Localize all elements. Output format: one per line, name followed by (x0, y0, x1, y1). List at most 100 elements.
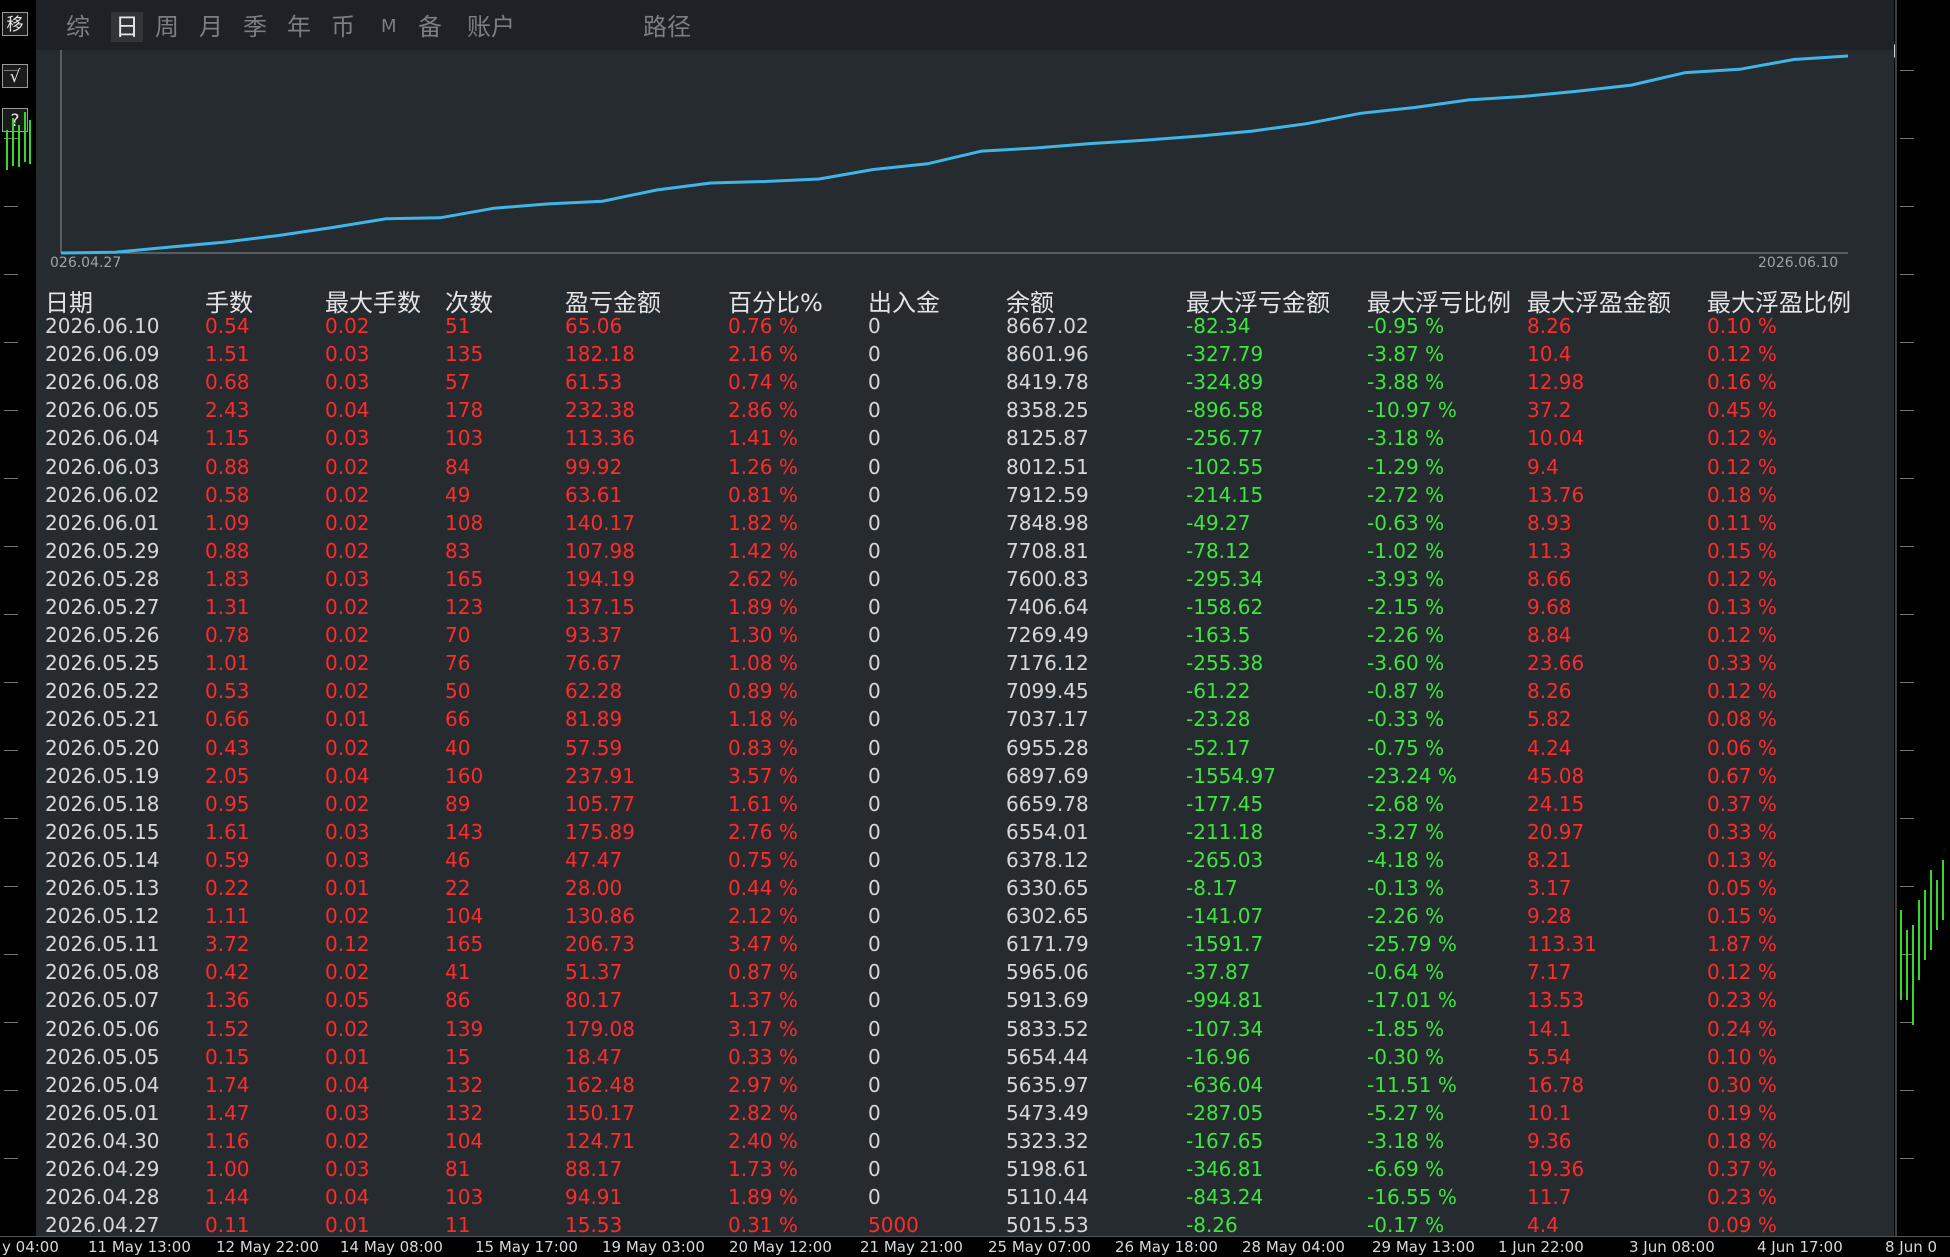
table-row[interactable]: 2026.06.05 2.43 0.04 178 232.38 2.86 % 0 8358.2… (0, 396, 1950, 424)
table-cell: 3.47 % (728, 932, 798, 957)
table-row[interactable]: 2026.05.21 0.66 0.01 66 81.89 1.18 % 0 7037.17 -… (0, 705, 1950, 733)
table-row[interactable]: 2026.05.26 0.78 0.02 70 93.37 1.30 % 0 7269.49 -… (0, 621, 1950, 649)
table-row[interactable]: 2026.05.25 1.01 0.02 76 76.67 1.08 % 0 7176.12 -… (0, 649, 1950, 677)
table-row[interactable]: 2026.05.13 0.22 0.01 22 28.00 0.44 % 0 6330.65 -… (0, 874, 1950, 902)
tab-2[interactable]: 周 (155, 12, 179, 42)
table-row[interactable]: 2026.05.11 3.72 0.12 165 206.73 3.47 % 0 6171.7… (0, 930, 1950, 958)
table-cell: 123 (445, 595, 484, 619)
grid-dash (1900, 206, 1914, 207)
table-cell: 81 (445, 1157, 471, 1181)
table-row[interactable]: 2026.05.18 0.95 0.02 89 105.77 1.61 % 0 6659.78… (0, 790, 1950, 818)
table-cell: 0 (868, 904, 881, 929)
table-row[interactable]: 2026.05.19 2.05 0.04 160 237.91 3.57 % 0 6897.6… (0, 762, 1950, 790)
table-row[interactable]: 2026.06.01 1.09 0.02 108 140.17 1.82 % 0 7848.9… (0, 509, 1950, 537)
tab-6[interactable]: 币 (331, 12, 355, 42)
table-cell: 1.42 % (728, 538, 798, 563)
table-cell: 1.87 % (1707, 932, 1777, 957)
table-row[interactable]: 2026.06.03 0.88 0.02 84 99.92 1.26 % 0 8012.51 -… (0, 453, 1950, 481)
table-cell: -23.28 (1186, 707, 1251, 732)
balance-curve-chart (36, 50, 1894, 280)
table-cell: 0 (868, 932, 881, 957)
table-cell: 51.37 (565, 960, 623, 985)
table-row[interactable]: 2026.05.06 1.52 0.02 139 179.08 3.17 % 0 5833.5… (0, 1015, 1950, 1043)
table-cell: -102.55 (1186, 454, 1264, 479)
tab-9[interactable]: 账户 (467, 12, 515, 42)
table-cell: 66 (445, 707, 471, 732)
table-cell: 0 (868, 595, 881, 619)
table-cell: 7269.49 (1006, 623, 1089, 648)
table-row[interactable]: 2026.04.28 1.44 0.04 103 94.91 1.89 % 0 5110.44… (0, 1183, 1950, 1211)
table-cell: 162.48 (565, 1072, 635, 1097)
tab-7[interactable]: M (381, 12, 397, 42)
table-cell: 4.24 (1527, 735, 1572, 760)
table-row[interactable]: 2026.05.22 0.53 0.02 50 62.28 0.89 % 0 7099.45 -… (0, 677, 1950, 705)
chart-end-date: 2026.06.10 (1758, 255, 1839, 271)
move-button[interactable]: 移 (2, 12, 28, 36)
tab-0[interactable]: 综 (66, 12, 90, 42)
table-cell: 0.88 (205, 454, 250, 479)
table-cell: 1.26 % (728, 454, 798, 479)
table-cell: 45.08 (1527, 763, 1585, 788)
table-row[interactable]: 2026.05.15 1.61 0.03 143 175.89 2.76 % 0 6554.0… (0, 818, 1950, 846)
table-cell: 0.15 % (1707, 904, 1777, 929)
table-row[interactable]: 2026.05.27 1.31 0.02 123 137.15 1.89 % 0 7406.6… (0, 593, 1950, 621)
table-cell: 4.4 (1527, 1213, 1559, 1238)
tab-8[interactable]: 备 (418, 12, 442, 42)
table-row[interactable]: 2026.06.09 1.51 0.03 135 182.18 2.16 % 0 8601.9… (0, 340, 1950, 368)
time-axis-label: 3 Jun 08:00 (1629, 1238, 1715, 1256)
table-cell: -0.87 % (1367, 679, 1445, 704)
table-row[interactable]: 2026.05.12 1.11 0.02 104 130.86 2.12 % 0 6302.6… (0, 902, 1950, 930)
table-cell: 6171.79 (1006, 932, 1089, 957)
table-row[interactable]: 2026.04.27 0.11 0.01 11 15.53 0.31 % 5000 5015.… (0, 1211, 1950, 1239)
table-cell: -843.24 (1186, 1185, 1264, 1210)
table-row[interactable]: 2026.05.05 0.15 0.01 15 18.47 0.33 % 0 5654.44 -… (0, 1043, 1950, 1071)
table-row[interactable]: 2026.06.08 0.68 0.03 57 61.53 0.74 % 0 8419.78 -… (0, 368, 1950, 396)
table-row[interactable]: 2026.05.04 1.74 0.04 132 162.48 2.97 % 0 5635.9… (0, 1071, 1950, 1099)
table-cell: 0 (868, 791, 881, 816)
time-axis-label: 26 May 18:00 (1115, 1238, 1218, 1256)
tab-5[interactable]: 年 (287, 12, 311, 42)
table-cell: 107.98 (565, 538, 635, 563)
table-row[interactable]: 2026.05.29 0.88 0.02 83 107.98 1.42 % 0 7708.81… (0, 537, 1950, 565)
table-row[interactable]: 2026.06.10 0.54 0.02 51 65.06 0.76 % 0 8667.02 -… (0, 312, 1950, 340)
table-row[interactable]: 2026.05.20 0.43 0.02 40 57.59 0.83 % 0 6955.28 -… (0, 734, 1950, 762)
table-cell: 5.54 (1527, 1044, 1572, 1069)
time-axis-label: 21 May 21:00 (860, 1238, 963, 1256)
table-cell: 1.89 % (728, 1185, 798, 1210)
table-cell: 5198.61 (1006, 1157, 1089, 1181)
table-cell: 113.36 (565, 426, 635, 451)
table-row[interactable]: 2026.05.08 0.42 0.02 41 51.37 0.87 % 0 5965.06 -… (0, 958, 1950, 986)
table-row[interactable]: 2026.05.07 1.36 0.05 86 80.17 1.37 % 0 5913.69 -… (0, 986, 1950, 1014)
tab-1[interactable]: 日 (111, 12, 143, 42)
table-row[interactable]: 2026.04.29 1.00 0.03 81 88.17 1.73 % 0 5198.61 -… (0, 1155, 1950, 1183)
table-row[interactable]: 2026.05.01 1.47 0.03 132 150.17 2.82 % 0 5473.4… (0, 1099, 1950, 1127)
table-cell: 0.59 (205, 847, 250, 872)
table-row[interactable]: 2026.04.30 1.16 0.02 104 124.71 2.40 % 0 5323.3… (0, 1127, 1950, 1155)
table-cell: 124.71 (565, 1128, 635, 1153)
table-cell: 6302.65 (1006, 904, 1089, 929)
table-cell: -78.12 (1186, 538, 1251, 563)
table-cell: 50 (445, 679, 471, 704)
table-cell: 0 (868, 510, 881, 535)
table-cell: 8601.96 (1006, 342, 1089, 367)
table-row[interactable]: 2026.06.02 0.58 0.02 49 63.61 0.81 % 0 7912.59 -… (0, 481, 1950, 509)
table-cell: 2026.05.06 (45, 1016, 160, 1041)
check-button[interactable]: √ (2, 64, 28, 88)
table-cell: -23.24 % (1367, 763, 1457, 788)
tab-4[interactable]: 季 (243, 12, 267, 42)
tab-10[interactable]: 路径 (643, 12, 691, 42)
table-cell: 105.77 (565, 791, 635, 816)
table-cell: 20.97 (1527, 819, 1585, 844)
table-row[interactable]: 2026.05.28 1.83 0.03 165 194.19 2.62 % 0 7600.8… (0, 565, 1950, 593)
table-cell: 8125.87 (1006, 426, 1089, 451)
table-cell: -2.72 % (1367, 482, 1445, 507)
table-cell: 0.02 (325, 960, 370, 985)
table-cell: 0 (868, 1100, 881, 1125)
table-row[interactable]: 2026.05.14 0.59 0.03 46 47.47 0.75 % 0 6378.12 -… (0, 846, 1950, 874)
table-cell: 0.53 (205, 679, 250, 704)
table-cell: 51 (445, 314, 471, 338)
table-cell: 0.02 (325, 538, 370, 563)
table-row[interactable]: 2026.06.04 1.15 0.03 103 113.36 1.41 % 0 8125.8… (0, 424, 1950, 452)
table-cell: -8.26 (1186, 1213, 1238, 1238)
tab-3[interactable]: 月 (199, 12, 223, 42)
